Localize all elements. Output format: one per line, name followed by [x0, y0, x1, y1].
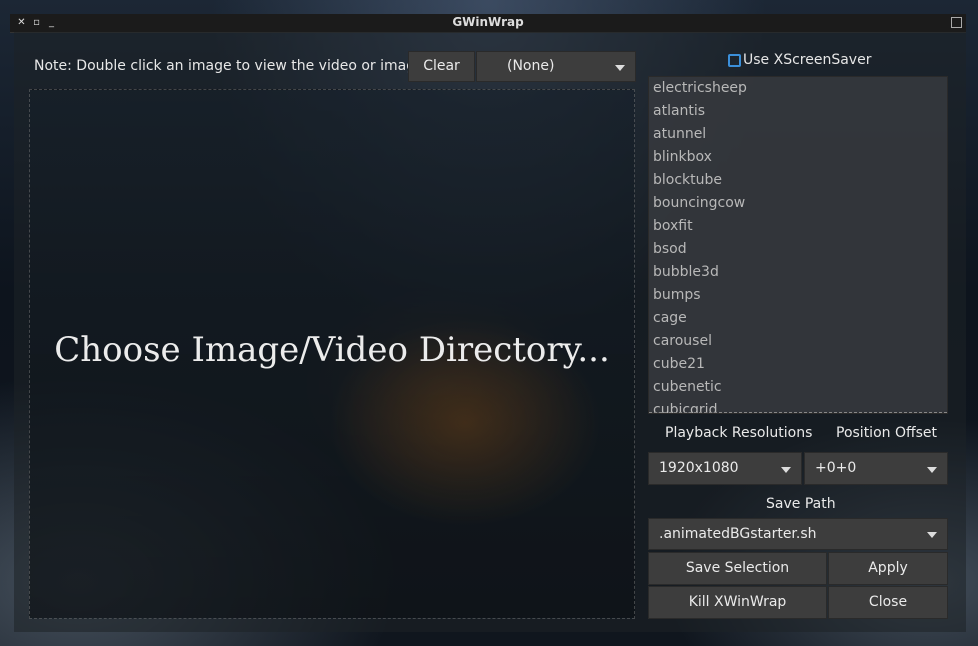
list-item[interactable]: bubble3d: [649, 261, 947, 284]
list-item[interactable]: atunnel: [649, 123, 947, 146]
window-titlebar[interactable]: ✕ ▫ _ GWinWrap: [10, 14, 966, 33]
clear-button[interactable]: Clear: [408, 51, 475, 82]
save-path-dropdown[interactable]: .animatedBGstarter.sh: [648, 518, 948, 550]
list-item[interactable]: cube21: [649, 353, 947, 376]
list-item[interactable]: carousel: [649, 330, 947, 353]
position-offset-label: Position Offset: [836, 425, 938, 441]
save-path-value: .animatedBGstarter.sh: [659, 526, 817, 542]
list-item[interactable]: blinkbox: [649, 146, 947, 169]
chevron-down-icon: [781, 466, 791, 473]
media-preview-area[interactable]: Choose Image/Video Directory...: [29, 89, 635, 619]
list-item[interactable]: boxfit: [649, 215, 947, 238]
list-divider: [649, 412, 947, 413]
list-item[interactable]: cubenetic: [649, 376, 947, 399]
resolution-dropdown[interactable]: 1920x1080: [648, 452, 802, 485]
list-item[interactable]: bouncingcow: [649, 192, 947, 215]
save-selection-button[interactable]: Save Selection: [648, 552, 827, 585]
close-button[interactable]: Close: [828, 586, 948, 619]
kill-xwinwrap-button[interactable]: Kill XWinWrap: [648, 586, 827, 619]
screensaver-list[interactable]: electricsheep atlantis atunnel blinkbox …: [648, 76, 948, 414]
list-item[interactable]: cage: [649, 307, 947, 330]
list-item[interactable]: bumps: [649, 284, 947, 307]
window-title: GWinWrap: [452, 15, 524, 29]
use-xscreensaver-checkbox[interactable]: [728, 53, 741, 67]
use-xscreensaver-label: Use XScreenSaver: [743, 52, 872, 68]
resolution-value: 1920x1080: [659, 460, 739, 476]
list-item[interactable]: atlantis: [649, 100, 947, 123]
filter-dropdown[interactable]: (None): [476, 51, 636, 82]
window-menu-icon[interactable]: [951, 17, 962, 28]
apply-button[interactable]: Apply: [828, 552, 948, 585]
choose-directory-placeholder[interactable]: Choose Image/Video Directory...: [30, 330, 634, 370]
list-item[interactable]: blocktube: [649, 169, 947, 192]
use-xscreensaver-toggle[interactable]: Use XScreenSaver: [728, 52, 871, 70]
list-item[interactable]: bsod: [649, 238, 947, 261]
offset-dropdown[interactable]: +0+0: [804, 452, 948, 485]
playback-resolutions-label: Playback Resolutions: [665, 425, 813, 441]
save-path-label: Save Path: [766, 496, 836, 512]
chevron-down-icon: [927, 466, 937, 473]
instruction-note: Note: Double click an image to view the …: [34, 58, 429, 74]
list-item[interactable]: electricsheep: [649, 77, 947, 100]
offset-value: +0+0: [815, 460, 857, 476]
filter-dropdown-value: (None): [507, 58, 555, 74]
chevron-down-icon: [927, 532, 937, 538]
chevron-down-icon: [615, 64, 625, 71]
